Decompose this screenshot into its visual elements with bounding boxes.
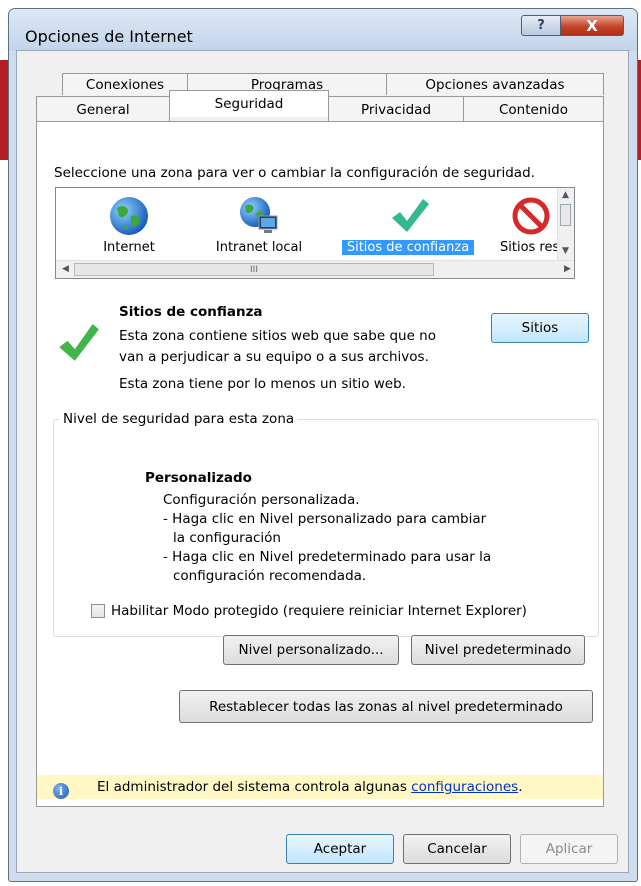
zone-list[interactable]: Internet Intranet local Sitios de confia… xyxy=(55,187,575,279)
zone-sitios-de-confianza[interactable]: Sitios de confianza xyxy=(338,188,478,260)
zone-label: Sitios de confianza xyxy=(342,240,474,255)
tab-label: Conexiones xyxy=(85,76,165,93)
tab-general[interactable]: General xyxy=(36,96,170,122)
close-button[interactable]: X xyxy=(560,15,624,36)
zone-label: Intranet local xyxy=(215,240,303,255)
restricted-icon xyxy=(512,197,550,235)
scroll-thumb[interactable]: III xyxy=(74,263,434,276)
level-line: - Haga clic en Nivel personalizado para … xyxy=(163,511,487,527)
level-line: Configuración personalizada. xyxy=(163,492,360,508)
zone-label: Internet xyxy=(103,240,155,255)
scroll-up-icon[interactable]: ▲ xyxy=(562,190,569,200)
zone-list-vertical-scrollbar[interactable]: ▲ ▼ xyxy=(557,188,574,260)
level-line: - Haga clic en Nivel predeterminado para… xyxy=(163,549,492,565)
info-text: El administrador del sistema controla al… xyxy=(97,779,412,795)
title-bar[interactable]: Opciones de Internet ? X xyxy=(9,9,637,51)
info-message: El administrador del sistema controla al… xyxy=(97,779,522,795)
protected-mode-checkbox-row[interactable]: Habilitar Modo protegido (requiere reini… xyxy=(91,603,527,619)
tab-label: Opciones avanzadas xyxy=(425,76,565,93)
checkmark-icon xyxy=(392,199,429,232)
tab-contenido[interactable]: Contenido xyxy=(463,96,604,122)
zone-prompt-text: Seleccione una zona para ver o cambiar l… xyxy=(54,165,535,181)
custom-level-button[interactable]: Nivel personalizado... xyxy=(223,635,399,665)
default-level-button[interactable]: Nivel predeterminado xyxy=(411,635,585,665)
settings-link[interactable]: configuraciones xyxy=(411,779,518,795)
info-tail: . xyxy=(518,779,523,795)
apply-button[interactable]: Aplicar xyxy=(520,834,618,864)
background-strip xyxy=(0,60,8,160)
tab-seguridad[interactable]: Seguridad xyxy=(169,90,329,117)
reset-all-zones-button[interactable]: Restablecer todas las zonas al nivel pre… xyxy=(179,690,593,723)
tab-opciones-avanzadas[interactable]: Opciones avanzadas xyxy=(386,73,604,95)
sites-button[interactable]: Sitios xyxy=(491,313,589,343)
tab-label: Privacidad xyxy=(360,101,432,118)
help-button[interactable]: ? xyxy=(521,15,561,36)
scroll-down-icon[interactable]: ▼ xyxy=(562,246,569,256)
level-line: configuración recomendada. xyxy=(173,568,367,584)
protected-mode-label: Habilitar Modo protegido (requiere reini… xyxy=(111,603,527,619)
selected-zone-title: Sitios de confianza xyxy=(119,304,263,320)
intranet-globe-icon xyxy=(240,197,278,233)
security-tab-panel: Seleccione una zona para ver o cambiar l… xyxy=(36,121,604,807)
protected-mode-checkbox[interactable] xyxy=(91,604,105,618)
scroll-thumb[interactable] xyxy=(560,204,571,226)
tab-label: General xyxy=(76,101,130,118)
scroll-right-icon[interactable]: ▶ xyxy=(564,264,571,274)
scroll-left-icon[interactable]: ◀ xyxy=(62,264,69,274)
security-level-name: Personalizado xyxy=(145,470,252,486)
zone-intranet-local[interactable]: Intranet local xyxy=(204,188,314,260)
ok-button[interactable]: Aceptar xyxy=(286,834,394,864)
zone-note: Esta zona tiene por lo menos un sitio we… xyxy=(119,376,406,392)
tab-label: Seguridad xyxy=(214,96,284,112)
security-level-group-label: Nivel de seguridad para esta zona xyxy=(59,411,299,427)
security-level-description: Configuración personalizada. - Haga clic… xyxy=(163,491,491,586)
cancel-button[interactable]: Cancelar xyxy=(403,834,511,864)
level-line: la configuración xyxy=(173,530,281,546)
window-title: Opciones de Internet xyxy=(25,27,193,46)
tab-privacidad[interactable]: Privacidad xyxy=(328,96,464,122)
selected-zone-description: Esta zona contiene sitios web que sabe q… xyxy=(119,328,436,365)
checkmark-icon xyxy=(59,324,99,361)
globe-icon xyxy=(110,197,148,235)
tab-label: Contenido xyxy=(499,101,568,118)
zone-internet[interactable]: Internet xyxy=(74,188,184,260)
zone-list-horizontal-scrollbar[interactable]: ◀ III ▶ xyxy=(56,260,574,278)
info-icon: i xyxy=(53,783,69,799)
